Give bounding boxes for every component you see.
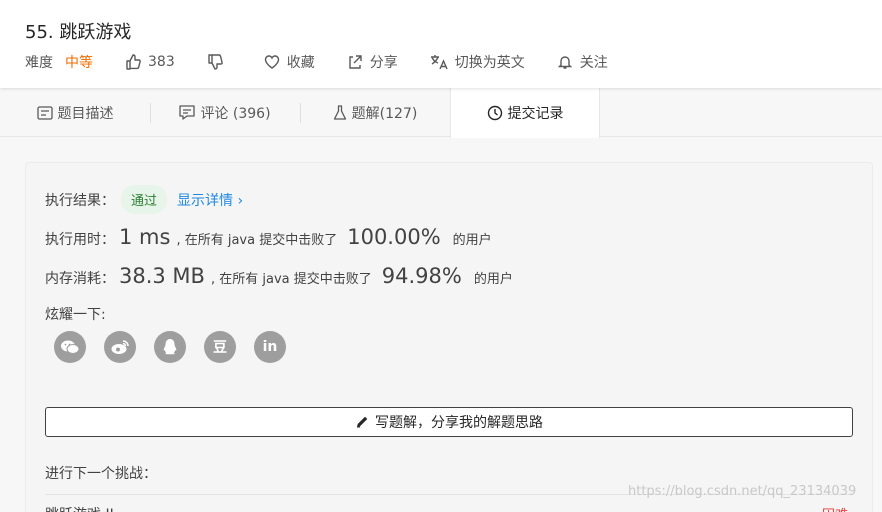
share-buttons: 豆 in [54,331,304,363]
status-badge: 通过 [121,185,168,214]
like-button[interactable]: 383 [125,54,175,70]
execution-result-row: 执行结果： 通过 显示详情 › [45,185,243,214]
runtime-value: 1 ms [119,225,171,249]
next-challenge-item[interactable]: 跳跃游戏 II [45,504,114,512]
memory-percentile: 94.98% [381,264,462,288]
tab-solutions-label: 题解(127) [351,105,418,122]
follow-label: 关注 [579,55,608,71]
share-prompt-label: 炫耀一下: [45,307,106,323]
problem-meta-bar: 难度 中等 383 收藏 分享 切换为英文 关注 [25,52,640,72]
thumbs-down-icon [208,54,223,70]
clock-icon [487,105,502,121]
next-challenge-label: 进行下一个挑战： [45,466,157,482]
watermark: https://blog.csdn.net/qq_23134039 [628,484,857,499]
tab-description-label: 题目描述 [57,105,114,122]
difficulty-value: 中等 [65,55,93,71]
submission-result-card: 执行结果： 通过 显示详情 › 执行用时： 1 ms , 在所有 java 提交… [25,162,873,512]
tab-submissions-label: 提交记录 [507,106,564,122]
thumbs-up-icon [126,54,141,70]
problem-title: 55. 跳跃游戏 [25,22,132,43]
favorite-button[interactable]: 收藏 [264,52,315,72]
qq-icon[interactable] [154,331,186,363]
write-solution-label: 写题解，分享我的解题思路 [375,415,543,431]
runtime-percentile: 100.00% [347,225,441,249]
share-button[interactable]: 分享 [347,52,398,72]
bell-icon [557,56,572,69]
problem-tabs: 题目描述 评论 (396) 题解(127) 提交记录 [0,88,882,138]
memory-label: 内存消耗： [45,271,115,287]
memory-suffix: 的用户 [473,272,513,287]
runtime-label: 执行用时： [45,232,115,248]
comment-icon [179,105,196,120]
memory-row: 内存消耗： 38.3 MB , 在所有 java 提交中击败了 94.98% 的… [45,264,513,288]
share-label: 分享 [369,55,398,71]
execution-result-label: 执行结果： [45,192,115,209]
tab-description[interactable]: 题目描述 [0,88,150,137]
pencil-icon [357,416,368,428]
tab-comments[interactable]: 评论 (396) [150,88,300,137]
dislike-button[interactable] [207,54,230,70]
like-count: 383 [148,54,175,70]
memory-value: 38.3 MB [119,264,205,288]
follow-button[interactable]: 关注 [557,52,608,72]
weibo-icon[interactable] [104,331,136,363]
runtime-suffix: 的用户 [452,233,492,248]
next-challenge-difficulty: 困难 [822,504,848,512]
tab-comments-label: 评论 (396) [200,105,271,122]
share-icon [349,55,362,69]
share-prompt: 炫耀一下: [45,304,106,324]
difficulty-label: 难度 [25,55,53,71]
favorite-label: 收藏 [286,55,315,71]
translate-label: 切换为英文 [454,55,525,71]
heart-icon [264,55,279,69]
runtime-row: 执行用时： 1 ms , 在所有 java 提交中击败了 100.00% 的用户 [45,225,492,249]
description-icon [36,105,53,120]
translate-icon [430,55,448,70]
write-solution-button[interactable]: 写题解，分享我的解题思路 [45,407,853,437]
show-details-link[interactable]: 显示详情 › [177,190,243,210]
tab-submissions[interactable]: 提交记录 [450,88,600,138]
translate-button[interactable]: 切换为英文 [430,52,525,72]
wechat-icon[interactable] [54,331,86,363]
runtime-description: , 在所有 java 提交中击败了 [176,233,338,248]
problem-header: 55. 跳跃游戏 难度 中等 383 收藏 分享 切换为英文 关注 [0,0,882,88]
douban-icon[interactable]: 豆 [204,331,236,363]
linkedin-icon[interactable]: in [254,331,286,363]
tab-solutions[interactable]: 题解(127) [300,88,450,137]
flask-icon [333,104,346,120]
memory-description: , 在所有 java 提交中击败了 [210,272,372,287]
